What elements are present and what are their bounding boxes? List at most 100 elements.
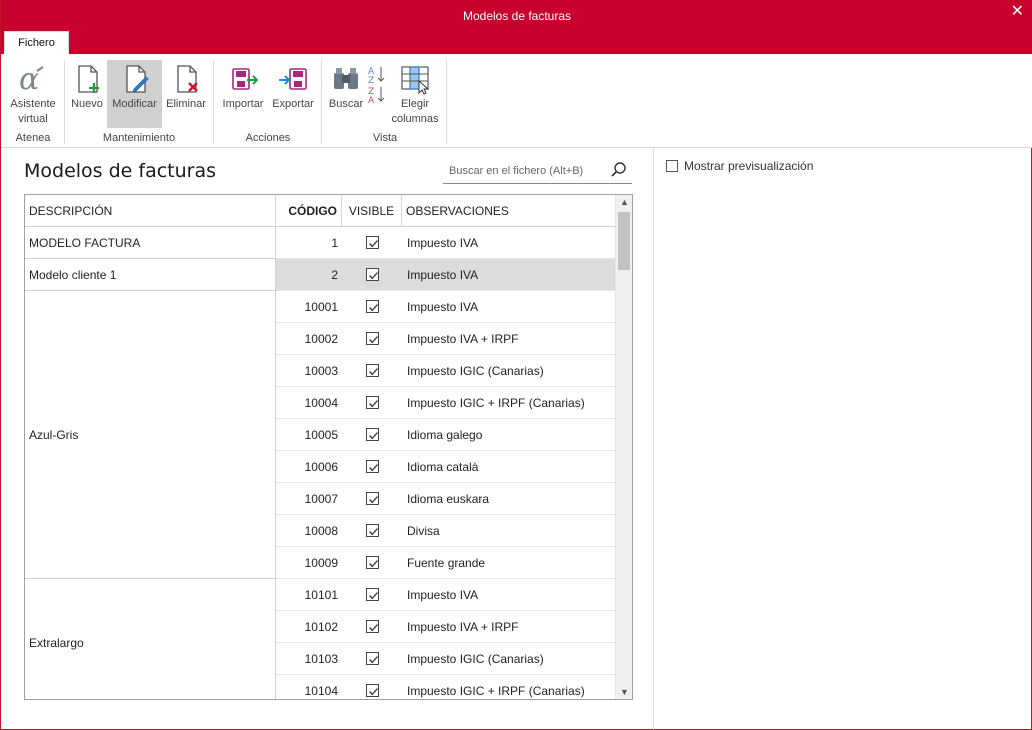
modificar-label: Modificar [112, 98, 157, 110]
table-row[interactable]: 10002 Impuesto IVA + IRPF [276, 323, 616, 355]
table-row[interactable]: 10009 Fuente grande [276, 547, 616, 579]
visible-checkbox[interactable] [366, 620, 379, 633]
observaciones-cell: Divisa [407, 524, 440, 538]
close-icon[interactable]: ✕ [1011, 4, 1024, 20]
preview-label: Mostrar previsualización [684, 159, 814, 173]
export-icon [279, 68, 307, 90]
visible-checkbox[interactable] [366, 428, 379, 441]
code-cell: 10101 [304, 588, 338, 602]
code-cell: 10008 [304, 524, 338, 538]
visible-checkbox[interactable] [366, 652, 379, 665]
eliminar-button[interactable]: Eliminar [164, 60, 208, 128]
code-cell: 10003 [304, 364, 338, 378]
preview-toggle[interactable]: Mostrar previsualización [666, 159, 813, 173]
visible-checkbox[interactable] [366, 492, 379, 505]
nuevo-button[interactable]: Nuevo [68, 60, 106, 128]
search-input[interactable]: Buscar en el fichero (Alt+B) [449, 165, 583, 177]
importar-button[interactable]: Importar [219, 60, 267, 128]
new-document-icon [78, 65, 99, 93]
group-separator [64, 60, 65, 144]
sort-az-icon: A Z Z A [368, 67, 385, 103]
group-separator [321, 60, 322, 144]
observaciones-cell: Impuesto IVA [407, 268, 479, 282]
modificar-button[interactable]: Modificar [107, 60, 162, 128]
code-cell: 2 [331, 268, 338, 282]
page-title: Modelos de facturas [24, 160, 217, 182]
table-row[interactable]: 10101 Impuesto IVA [276, 579, 616, 611]
scroll-up-icon[interactable]: ▲ [620, 197, 629, 207]
app-window: Modelos de facturas ✕ Fichero α Asistent… [0, 0, 1032, 730]
table-row[interactable]: 10103 Impuesto IGIC (Canarias) [276, 643, 616, 675]
elegir-columnas-button[interactable]: Elegir columnas [389, 60, 441, 128]
code-cell: 1 [331, 236, 338, 250]
nuevo-label: Nuevo [71, 98, 103, 110]
table-row[interactable]: 10104 Impuesto IGIC + IRPF (Canarias) [276, 675, 616, 699]
visible-checkbox[interactable] [366, 396, 379, 409]
svg-text:Z: Z [368, 76, 374, 86]
visible-checkbox[interactable] [366, 236, 379, 249]
table-row[interactable]: 10005 Idioma galego [276, 419, 616, 451]
visible-checkbox[interactable] [366, 588, 379, 601]
visible-checkbox[interactable] [366, 460, 379, 473]
observaciones-cell: Impuesto IVA [407, 300, 479, 314]
exportar-button[interactable]: Exportar [269, 60, 317, 128]
description-cell[interactable]: MODELO FACTURA [25, 227, 276, 259]
scroll-down-icon[interactable]: ▼ [620, 687, 629, 697]
table-row[interactable]: 2 Impuesto IVA [276, 259, 616, 291]
column-header-codigo[interactable]: CÓDIGO [276, 195, 342, 227]
code-cell: 10104 [304, 684, 338, 698]
window-title: Modelos de facturas [462, 9, 572, 23]
exportar-label: Exportar [272, 98, 314, 110]
panel-divider [653, 148, 654, 730]
importar-label: Importar [222, 98, 264, 110]
vertical-scrollbar[interactable]: ▲ ▼ [615, 195, 632, 699]
description-cell[interactable]: Extralargo [25, 579, 276, 699]
table-row[interactable]: 1 Impuesto IVA [276, 227, 616, 259]
table-header: DESCRIPCIÓN CÓDIGO VISIBLE OBSERVACIONES [25, 195, 616, 227]
group-label-atenea: Atenea [15, 132, 51, 144]
tab-fichero[interactable]: Fichero [4, 31, 69, 55]
observaciones-cell: Impuesto IGIC + IRPF (Canarias) [407, 396, 585, 410]
sort-az-button[interactable]: A Z Z A [366, 60, 388, 128]
column-header-descripcion[interactable]: DESCRIPCIÓN [25, 195, 276, 227]
observaciones-cell: Impuesto IVA [407, 236, 479, 250]
asistente-virtual-button[interactable]: α Asistente virtual [5, 60, 61, 128]
elegir-label-1: Elegir [400, 98, 430, 110]
visible-checkbox[interactable] [366, 300, 379, 313]
table-row[interactable]: 10001 Impuesto IVA [276, 291, 616, 323]
table-row[interactable]: 10006 Idioma català [276, 451, 616, 483]
table-row[interactable]: 10007 Idioma euskara [276, 483, 616, 515]
visible-checkbox[interactable] [366, 268, 379, 281]
group-label-vista: Vista [372, 132, 398, 144]
observaciones-cell: Impuesto IGIC (Canarias) [407, 652, 544, 666]
table-row[interactable]: 10004 Impuesto IGIC + IRPF (Canarias) [276, 387, 616, 419]
code-cell: 10001 [304, 300, 338, 314]
buscar-button[interactable]: Buscar [326, 60, 366, 128]
search-box[interactable]: Buscar en el fichero (Alt+B) [443, 158, 632, 184]
description-cell[interactable]: Azul-Gris [25, 291, 276, 579]
visible-checkbox[interactable] [366, 332, 379, 345]
column-header-observaciones[interactable]: OBSERVACIONES [402, 195, 616, 227]
search-icon[interactable] [610, 161, 628, 182]
title-bar: Modelos de facturas ✕ [1, 0, 1032, 54]
preview-checkbox[interactable] [666, 160, 678, 172]
observaciones-cell: Impuesto IVA [407, 588, 479, 602]
visible-checkbox[interactable] [366, 524, 379, 537]
group-label-mantenimiento: Mantenimiento [102, 132, 176, 144]
group-separator [446, 60, 447, 144]
visible-checkbox[interactable] [366, 556, 379, 569]
scrollbar-thumb[interactable] [618, 212, 630, 270]
group-separator [213, 60, 214, 144]
table-row[interactable]: 10003 Impuesto IGIC (Canarias) [276, 355, 616, 387]
columns-icon [401, 66, 430, 95]
observaciones-cell: Impuesto IGIC + IRPF (Canarias) [407, 684, 585, 698]
description-cell[interactable]: Modelo cliente 1 [25, 259, 276, 291]
observaciones-cell: Idioma català [407, 460, 479, 474]
binoculars-icon [334, 68, 358, 89]
visible-checkbox[interactable] [366, 684, 379, 697]
column-header-visible[interactable]: VISIBLE [342, 195, 402, 227]
table-row[interactable]: 10102 Impuesto IVA + IRPF [276, 611, 616, 643]
table-row[interactable]: 10008 Divisa [276, 515, 616, 547]
code-cell: 10004 [304, 396, 338, 410]
visible-checkbox[interactable] [366, 364, 379, 377]
